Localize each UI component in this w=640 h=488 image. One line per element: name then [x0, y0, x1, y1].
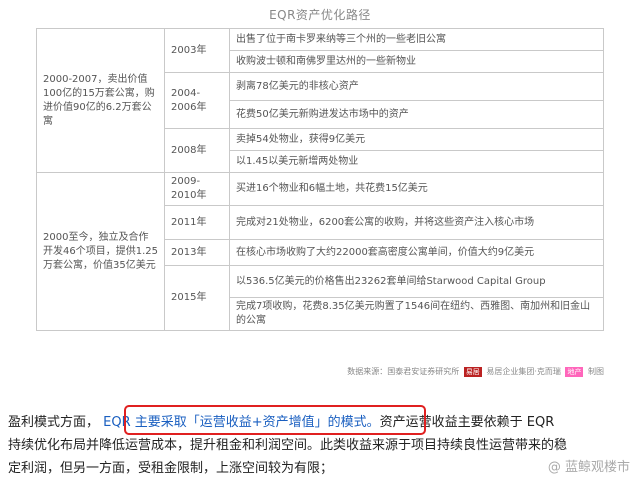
source-suffix: 制图 — [588, 367, 604, 376]
action-cell: 花费50亿美元新购进发达市场中的资产 — [229, 100, 604, 129]
action-cell: 以1.45以美元新增两处物业 — [229, 150, 604, 173]
period-cell: 2000-2007，卖出价值100亿的15万套公寓，购进价值90亿的6.2万套公… — [36, 28, 165, 173]
watermark: @ 蓝鲸观楼市 — [547, 460, 630, 475]
year-cell: 2015年 — [164, 265, 230, 331]
year-cell: 2008年 — [164, 128, 230, 173]
table-row: 2000-2007，卖出价值100亿的15万套公寓，购进价值90亿的6.2万套公… — [36, 28, 604, 173]
year-cell: 2009-2010年 — [164, 172, 230, 206]
asset-optimization-table: 2000-2007，卖出价值100亿的15万套公寓，购进价值90亿的6.2万套公… — [36, 28, 604, 331]
line1-prefix: 盈利模式方面， — [8, 415, 100, 430]
action-cell: 卖掉54处物业，获得9亿美元 — [229, 128, 604, 151]
brand-logo: 地产 — [565, 366, 584, 377]
year-cell: 2011年 — [164, 205, 230, 240]
paragraph-line-2: 持续优化布局并降低运营成本，提升租金和利润空间。此类收益来源于项目持续良性运营带… — [8, 438, 568, 453]
action-cell: 剥离78亿美元的非核心资产 — [229, 72, 604, 101]
period-cell: 2000至今，独立及合作开发46个项目，提供1.25万套公寓，价值35亿美元 — [36, 172, 165, 331]
action-cell: 买进16个物业和6幅土地，共花费15亿美元 — [229, 172, 604, 206]
action-cell: 完成7项收购，花费8.35亿美元购置了1546间在纽约、西雅图、南加州和旧金山的… — [229, 297, 604, 331]
source-caption: 数据来源：国泰君安证券研究所 易居 易居企业集团·克而瑞 地产 制图 — [347, 366, 604, 377]
year-cell: 2013年 — [164, 239, 230, 266]
action-cell: 完成对21处物业，6200套公寓的收购，并将这些资产注入核心市场 — [229, 205, 604, 240]
action-cell: 以536.5亿美元的价格售出23262套单间给Starwood Capital … — [229, 265, 604, 298]
publisher-logo: 易居 — [463, 366, 482, 377]
action-cell: 在核心市场收购了大约22000套高密度公寓单间，价值大约9亿美元 — [229, 239, 604, 266]
table-title: EQR资产优化路径 — [269, 8, 371, 22]
table-row: 2000至今，独立及合作开发46个项目，提供1.25万套公寓，价值35亿美元 20… — [36, 172, 604, 331]
action-cell: 收购波士顿和南佛罗里达州的一些新物业 — [229, 50, 604, 73]
action-cell: 出售了位于南卡罗来纳等三个州的一些老旧公寓 — [229, 28, 604, 51]
paragraph-line-3: 定利润，但另一方面，受租金限制，上涨空间较为有限； — [8, 461, 334, 476]
source-prefix: 数据来源：国泰君安证券研究所 — [347, 367, 460, 376]
red-highlight-box — [124, 405, 426, 435]
year-cell: 2004-2006年 — [164, 72, 230, 129]
year-cell: 2003年 — [164, 28, 230, 73]
source-middle: 易居企业集团·克而瑞 — [486, 367, 561, 376]
